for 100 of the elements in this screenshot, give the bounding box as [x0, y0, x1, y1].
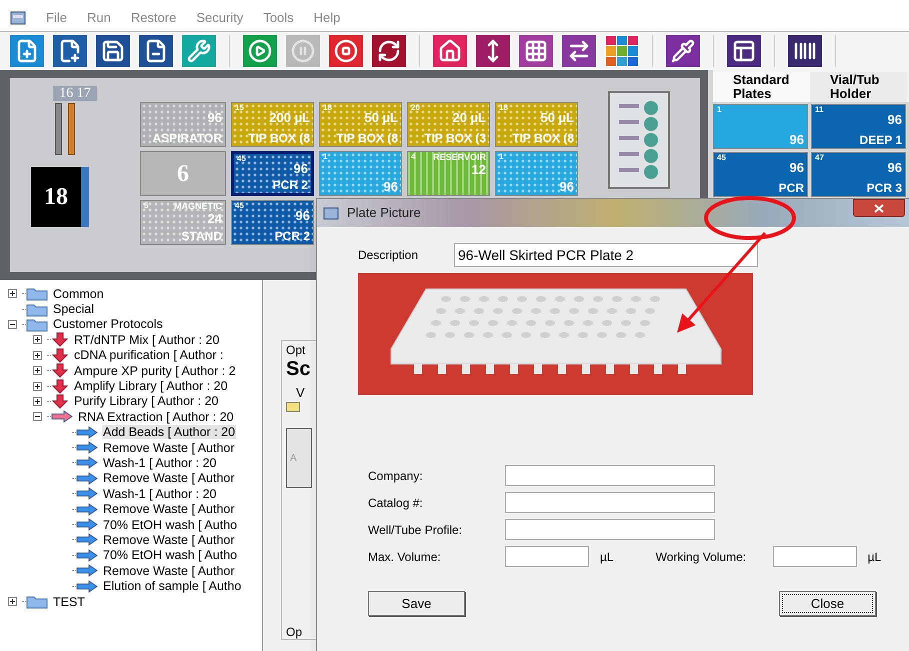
tree-item[interactable]: RNA Extraction [ Author : 20	[77, 410, 235, 424]
dialog-button[interactable]: Save	[368, 591, 465, 616]
tree-item[interactable]: TEST	[52, 594, 86, 608]
tile-label: STAND	[182, 229, 222, 243]
tile-count: 50 µL	[540, 110, 574, 125]
tile-position: 45	[237, 154, 246, 164]
field-label: Company:	[368, 468, 424, 484]
close-button[interactable]	[853, 199, 905, 217]
tile-count: 96	[790, 160, 804, 175]
barcode-button[interactable]	[788, 35, 822, 67]
tree-item[interactable]: Remove Waste [ Author	[102, 532, 236, 547]
labware-tile[interactable]: 45 96 PCR	[713, 152, 808, 197]
play-button[interactable]	[243, 35, 277, 67]
folder-icon	[26, 594, 48, 609]
volume-field[interactable]	[772, 546, 857, 567]
labware-tab[interactable]: Vial/Tub Holder	[810, 72, 907, 102]
tile-label: TIP BOX (3	[424, 131, 486, 145]
dialog-button[interactable]: Close	[779, 591, 876, 616]
tile-header: MAGNETIC	[174, 201, 222, 212]
labware-tile[interactable]: 45 96 PCR 2	[231, 151, 314, 196]
text-field[interactable]	[505, 492, 715, 513]
volume-field[interactable]	[505, 546, 589, 567]
tile-count: 200 µL	[269, 110, 310, 125]
save-button[interactable]	[96, 35, 130, 67]
tile-count: 96	[384, 179, 398, 194]
expand-icon[interactable]	[33, 366, 42, 376]
tree-item[interactable]: Purify Library [ Author : 20	[73, 394, 220, 408]
group-label: Op	[286, 625, 304, 639]
tree-item[interactable]: Wash-1 [ Author : 20	[102, 486, 218, 501]
tree-item[interactable]: Amplify Library [ Author : 20	[73, 379, 229, 394]
tile-count: 50 µL	[364, 110, 398, 125]
expand-icon[interactable]	[8, 289, 17, 298]
play-icon	[248, 39, 272, 63]
field-label: Max. Volume:	[368, 548, 442, 566]
description-field[interactable]: 96-Well Skirted PCR Plate 2	[454, 243, 758, 267]
pipette-button[interactable]	[666, 35, 700, 67]
tools-button[interactable]	[182, 35, 216, 67]
tree-item[interactable]: Add Beads [ Author : 20	[102, 425, 236, 440]
right-arrow-icon	[76, 441, 98, 454]
new-file-button[interactable]	[10, 35, 44, 67]
text-field[interactable]	[505, 465, 715, 486]
tree-item[interactable]: 70% EtOH wash [ Autho	[102, 548, 238, 562]
tree-item[interactable]: Remove Waste [ Author	[102, 440, 236, 455]
expand-icon[interactable]	[33, 382, 42, 391]
tile-position: 47	[815, 153, 824, 163]
collapse-icon[interactable]	[33, 412, 42, 422]
tree-item[interactable]: RT/dNTP Mix [ Author : 20	[73, 332, 220, 347]
right-arrow-icon	[76, 502, 98, 516]
menu-item[interactable]: Tools	[263, 11, 294, 25]
tile-position: 1	[717, 105, 722, 115]
tile-count: 12	[472, 162, 486, 177]
expand-icon[interactable]	[33, 350, 42, 360]
tree-item[interactable]: Remove Waste [ Author	[102, 471, 236, 486]
labware-tab[interactable]: Standard Plates	[713, 72, 810, 102]
grid-button[interactable]	[519, 35, 553, 67]
tree-item[interactable]: Common	[52, 286, 105, 301]
menu-item[interactable]: File	[46, 11, 67, 25]
tile-label: TIP BOX (8	[248, 131, 310, 145]
expand-icon[interactable]	[8, 597, 17, 606]
refresh-button[interactable]	[372, 35, 406, 67]
home-button[interactable]	[433, 35, 467, 67]
text-field[interactable]	[505, 519, 715, 540]
menu-item[interactable]: Restore	[130, 11, 176, 25]
collapse-icon[interactable]	[8, 320, 17, 329]
tree-item[interactable]: cDNA purification [ Author :	[73, 348, 224, 362]
tree-item[interactable]: Wash-1 [ Author : 20	[102, 456, 218, 470]
tree-item[interactable]: Remove Waste [ Author	[102, 502, 236, 516]
tile-label: TIP BOX (8	[336, 131, 398, 145]
tree-item[interactable]: 70% EtOH wash [ Autho	[102, 518, 238, 532]
palette-button[interactable]	[605, 35, 639, 67]
labware-tile[interactable]: 45 96 PCR 2	[231, 200, 314, 245]
field-label: Description	[358, 247, 420, 264]
labware-tile[interactable]: 11 96 DEEP 1	[811, 104, 906, 149]
tile-count: 96	[208, 110, 222, 125]
menu-item[interactable]: Security	[196, 11, 244, 25]
tree-item[interactable]: Elution of sample [ Autho	[102, 579, 242, 594]
field-label: Well/Tube Profile:	[368, 522, 464, 538]
expand-icon[interactable]	[33, 335, 42, 344]
section-heading: Sc	[286, 357, 312, 381]
stop-button[interactable]	[329, 35, 363, 67]
menu-item[interactable]: Run	[86, 11, 111, 25]
transfer-icon	[567, 39, 591, 63]
expand-icon[interactable]	[33, 396, 42, 406]
tile-label: DEEP 1	[860, 133, 902, 147]
tree-item[interactable]: Ampure XP purity [ Author : 2	[73, 364, 237, 378]
labware-tile[interactable]: 47 96 PCR 3	[811, 152, 906, 197]
tree-item[interactable]: Customer Protocols	[52, 317, 164, 332]
layout-button[interactable]	[727, 35, 761, 67]
height-button[interactable]	[476, 35, 510, 67]
down-arrow-icon	[51, 363, 69, 378]
tile-count: 96	[560, 179, 574, 194]
new-document-icon	[58, 39, 82, 63]
menu-item[interactable]: Help	[314, 11, 340, 25]
field-label: Working Volume:	[656, 548, 748, 566]
field-label: Catalog #:	[368, 494, 424, 512]
transfer-button[interactable]	[562, 35, 596, 67]
tree-item[interactable]: Remove Waste [ Author	[102, 564, 236, 578]
remove-file-button[interactable]	[139, 35, 173, 67]
tree-item[interactable]: Special	[52, 302, 95, 316]
new-document-button[interactable]	[53, 35, 87, 67]
